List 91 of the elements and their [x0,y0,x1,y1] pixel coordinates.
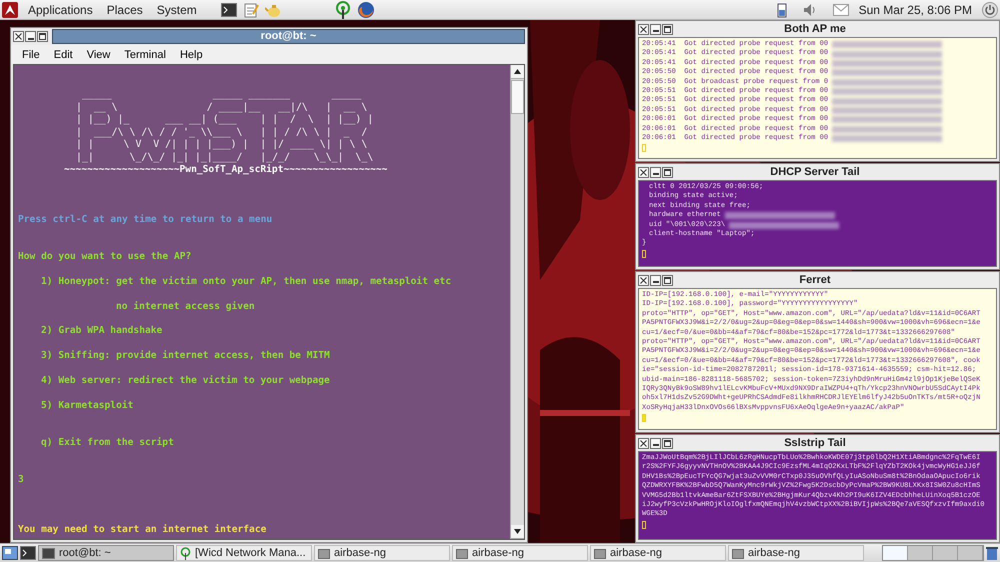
workspace-cell[interactable] [883,546,908,560]
maximize-button[interactable] [37,31,48,42]
terminal-line: 1) Honeypot: get the victim onto your AP, then use nmap, metasploit etc [40,276,452,288]
window-title: Ferret [798,274,832,286]
terminal-line: 3) Sniffing: provide internet access, then be MITM [40,350,331,363]
window-title: root@bt: ~ [52,29,525,44]
maximize-button[interactable] [662,24,673,34]
minimize-button[interactable] [25,31,36,42]
menu-item[interactable]: View [80,48,118,60]
speaker-icon[interactable] [802,2,817,16]
panel-menu[interactable]: Places [102,2,147,16]
close-button[interactable] [638,274,649,286]
mail-icon[interactable] [832,4,849,16]
minimize-icon [28,38,34,40]
workspace-cell[interactable] [908,546,933,560]
terminal-line: ~~~~~~~~~~~~~~~~~~~~Pwn_SofT_Ap_scRipt~~~~~~~~~~~~~~~~~~ [63,164,388,177]
power-icon[interactable] [982,2,998,18]
terminal-line: 5) Karmetasploit [40,400,134,412]
workspace-cell[interactable] [958,546,983,560]
maximize-icon [38,32,47,41]
maximize-button[interactable] [662,166,673,178]
close-icon [639,24,648,34]
terminal-line: q) Exit from the script [40,436,175,450]
close-icon [639,438,648,448]
ascii-art-line: | |__) |_ ___ __| (___ | | / \ | |__) | [75,114,374,126]
minimize-button[interactable] [650,24,661,34]
terminal-icon[interactable] [20,546,36,560]
taskbar-button[interactable]: airbase-ng [728,545,864,561]
terminal-line: 3 [18,474,25,487]
taskbar-button[interactable]: airbase-ng [314,545,450,561]
ascii-art-line: | ___/\ \ /\ / / '_ \\___ \ | | / /\ \ | _ / [75,126,368,138]
clock[interactable]: Sun Mar 25, 8:06 PM [854,2,976,16]
terminal-line: 2) Grab WPA handshake [40,325,164,338]
maximize-icon [663,168,672,176]
terminal-line: Press ctrl-C at any time to return to a menu [18,214,274,226]
minimize-button[interactable] [650,438,661,448]
scrollbar-thumb[interactable] [511,80,524,114]
ascii-art-line: _____ _____ _______ _____ [80,89,362,100]
close-button[interactable] [638,438,649,448]
up-arrow-icon [514,69,521,74]
terminal-icon[interactable] [220,2,237,16]
close-icon [14,32,23,41]
menu-item[interactable]: Help [172,48,210,60]
battery-icon[interactable] [776,2,787,18]
minimize-button[interactable] [650,166,661,178]
notepad-icon[interactable] [242,2,259,18]
minimize-icon [652,281,658,283]
antenna-icon [180,546,191,560]
window-icon [732,548,744,558]
terminal-icon [42,548,55,558]
taskbar-button[interactable]: [Wicd Network Mana... [176,545,312,561]
maximize-icon [663,24,672,34]
terminal-line: no internet access given [115,300,256,314]
taskbar-button[interactable]: root@bt: ~ [38,545,174,561]
window-icon [594,548,606,558]
close-button[interactable] [638,166,649,178]
close-icon [639,276,648,284]
terminal-line: 4) Web server: redirect the victim to your webpage [40,375,331,388]
menu-item[interactable]: File [15,48,47,60]
close-button[interactable] [13,31,24,42]
window-title: Both AP me [783,23,847,35]
wifi-antenna-icon[interactable] [334,0,351,18]
down-arrow-icon [514,529,521,534]
menu-item[interactable]: Edit [46,48,80,60]
terminal-line: How do you want to use the AP? [18,251,192,264]
trash-icon[interactable] [986,546,998,560]
panel-menu[interactable]: System [152,2,201,16]
close-button[interactable] [638,24,649,34]
show-desktop-icon[interactable] [2,546,18,560]
panel-menu[interactable]: Applications [24,2,97,16]
ascii-art-line: | | \ V V /| | | |___) | | |/ ____ \| | \ \ [75,139,368,150]
taskbar-button[interactable]: airbase-ng [590,545,726,561]
window-icon [456,548,468,558]
ascii-art-line: | __ \ / ____|__ __|/\ | __ \ [75,102,368,113]
minimize-button[interactable] [650,274,661,286]
ascii-art-line: |_| \_/\_/ |_| |_|____/ |_/_/ \_\_| \_\ [75,152,374,163]
maximize-icon [663,276,672,284]
minimize-icon [652,173,658,175]
window-icon [318,548,330,558]
close-icon [639,168,648,176]
terminal-line: You may need to start an internet interface [18,524,268,536]
workspace-cell[interactable] [933,546,958,560]
menu-item[interactable]: Terminal [117,48,173,60]
minimize-icon [652,444,658,446]
maximize-button[interactable] [662,274,673,286]
maximize-button[interactable] [662,438,673,448]
minimize-icon [652,30,658,32]
maximize-icon [663,438,672,448]
window-title: DHCP Server Tail [769,166,861,178]
window-title: Sslstrip Tail [783,437,847,449]
taskbar-button[interactable]: airbase-ng [452,545,588,561]
